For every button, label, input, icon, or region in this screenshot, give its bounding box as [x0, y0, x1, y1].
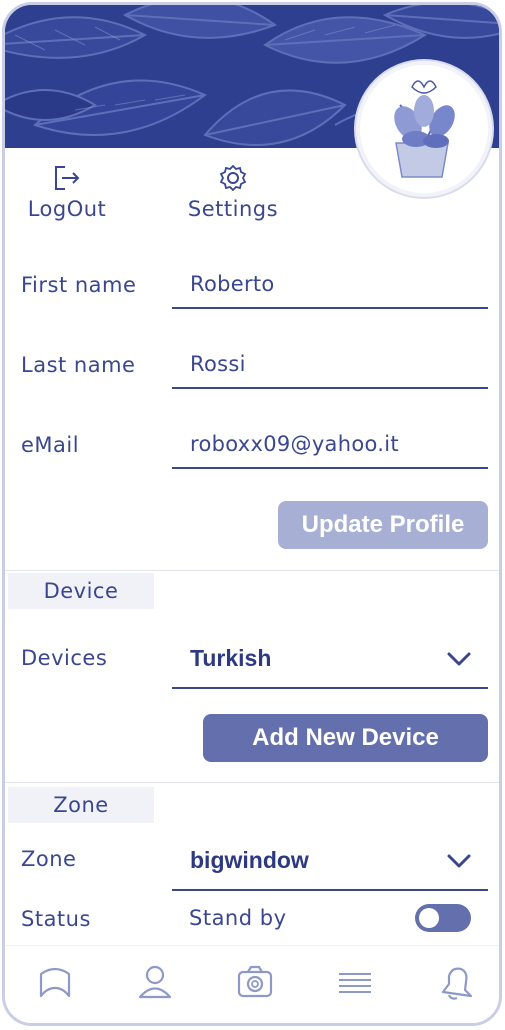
bell-icon: [441, 967, 473, 1000]
devices-label: Devices: [21, 646, 108, 670]
settings-label: Settings: [187, 197, 279, 221]
nav-notifications[interactable]: [435, 962, 475, 1002]
nav-home[interactable]: [35, 962, 75, 1002]
gear-icon: [219, 165, 247, 191]
logout-label: LogOut: [27, 197, 107, 221]
logout-button[interactable]: LogOut: [19, 165, 115, 221]
divider: [5, 782, 499, 783]
camera-icon: [237, 965, 273, 998]
email-field[interactable]: [172, 421, 488, 469]
device-section-title: Device: [8, 573, 154, 609]
zone-select[interactable]: bigwindow: [172, 839, 488, 891]
nav-menu[interactable]: [335, 962, 375, 1002]
plant-avatar-icon: [360, 65, 488, 193]
menu-icon: [339, 973, 371, 993]
last-name-label: Last name: [21, 353, 136, 377]
email-label: eMail: [21, 433, 80, 457]
status-value: Stand by: [189, 906, 287, 930]
toggle-knob: [419, 908, 439, 928]
first-name-label: First name: [21, 273, 137, 297]
zone-label: Zone: [21, 847, 77, 871]
device-select-value: Turkish: [190, 645, 272, 671]
status-toggle[interactable]: [415, 904, 471, 932]
nav-profile[interactable]: [135, 962, 175, 1002]
profile-avatar[interactable]: [356, 61, 492, 197]
add-new-device-button[interactable]: Add New Device: [203, 714, 488, 762]
divider: [5, 570, 499, 571]
chevron-down-icon: [447, 652, 471, 666]
nav-camera[interactable]: [235, 962, 275, 1002]
home-icon: [39, 967, 71, 998]
app-screen: LogOut Settings First name Last name eMa…: [2, 2, 502, 1026]
profile-icon: [138, 965, 172, 999]
status-label: Status: [21, 907, 91, 931]
last-name-field[interactable]: [172, 341, 488, 389]
device-select[interactable]: Turkish: [172, 637, 488, 689]
settings-button[interactable]: Settings: [177, 165, 289, 221]
logout-icon: [55, 166, 80, 190]
chevron-down-icon: [447, 854, 471, 868]
first-name-field[interactable]: [172, 261, 488, 309]
bottom-navigation: [5, 945, 499, 1023]
update-profile-button[interactable]: Update Profile: [278, 501, 488, 549]
zone-section-title: Zone: [8, 787, 154, 823]
zone-select-value: bigwindow: [190, 847, 309, 873]
